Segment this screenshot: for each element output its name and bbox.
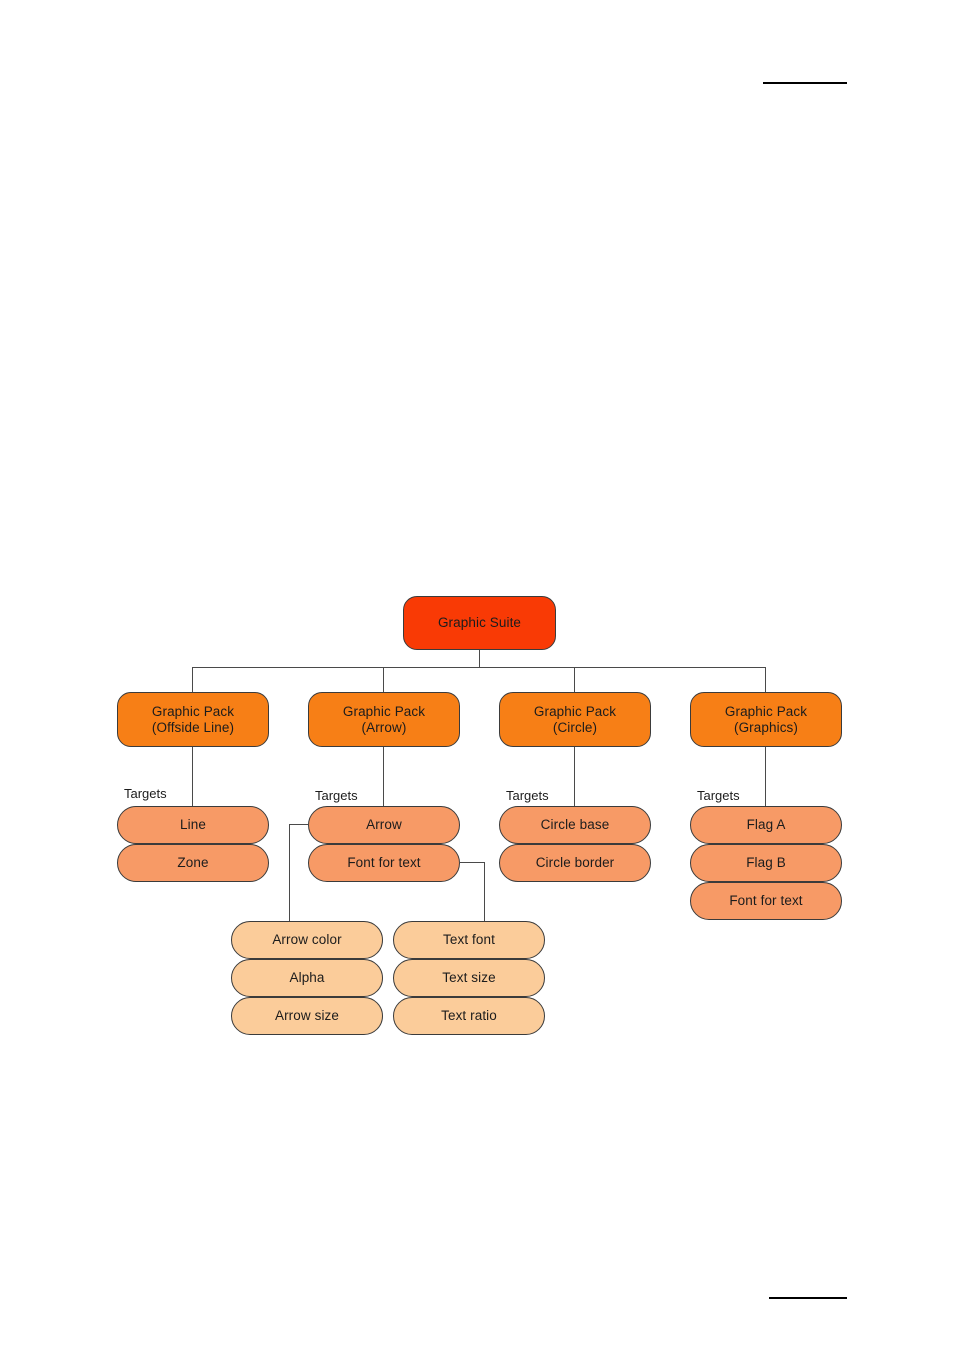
- node-property-arrow-color[interactable]: Arrow color: [231, 921, 383, 959]
- node-target-zone[interactable]: Zone: [117, 844, 269, 882]
- node-target-font-for-text-graphics-label: Font for text: [729, 893, 803, 908]
- node-property-text-font-label: Text font: [443, 932, 495, 947]
- edge-root-stem: [479, 650, 480, 667]
- node-target-font-for-text-graphics[interactable]: Font for text: [690, 882, 842, 920]
- edge-circle-to-targets: [574, 747, 575, 806]
- node-graphic-pack-circle[interactable]: Graphic Pack (Circle): [499, 692, 651, 747]
- node-target-zone-label: Zone: [177, 855, 209, 870]
- node-graphic-suite-label: Graphic Suite: [437, 615, 522, 630]
- edge-offside-line-to-targets: [192, 747, 193, 806]
- targets-label-arrow: Targets: [315, 788, 358, 803]
- node-property-alpha[interactable]: Alpha: [231, 959, 383, 997]
- node-target-font-for-text-arrow-label: Font for text: [347, 855, 421, 870]
- node-target-circle-border[interactable]: Circle border: [499, 844, 651, 882]
- node-target-circle-base-label: Circle base: [540, 817, 610, 832]
- node-property-arrow-color-label: Arrow color: [272, 932, 342, 947]
- edge-drop-branch-1: [192, 667, 193, 692]
- node-graphic-pack-arrow-label: Graphic Pack (Arrow): [342, 703, 426, 735]
- node-target-flag-a-label: Flag A: [746, 817, 786, 832]
- edge-drop-branch-4: [765, 667, 766, 692]
- node-graphic-pack-graphics[interactable]: Graphic Pack (Graphics): [690, 692, 842, 747]
- edge-distribution-bus: [192, 667, 766, 668]
- node-target-flag-a[interactable]: Flag A: [690, 806, 842, 844]
- edge-font-for-text-elbow-horizontal: [459, 862, 485, 863]
- edge-arrow-elbow-vertical: [289, 824, 290, 921]
- edge-graphics-to-targets: [765, 747, 766, 806]
- node-graphic-pack-offside-line[interactable]: Graphic Pack (Offside Line): [117, 692, 269, 747]
- node-graphic-pack-circle-label: Graphic Pack (Circle): [533, 703, 617, 735]
- edge-arrow-elbow-horizontal: [289, 824, 309, 825]
- node-target-arrow[interactable]: Arrow: [308, 806, 460, 844]
- node-target-arrow-label: Arrow: [366, 817, 402, 832]
- node-target-line-label: Line: [180, 817, 206, 832]
- graphic-suite-hierarchy-diagram: Graphic Suite Graphic Pack (Offside Line…: [0, 0, 954, 1349]
- node-target-flag-b-label: Flag B: [746, 855, 786, 870]
- edge-font-for-text-elbow-vertical: [484, 862, 485, 921]
- node-target-line[interactable]: Line: [117, 806, 269, 844]
- node-target-circle-base[interactable]: Circle base: [499, 806, 651, 844]
- node-property-text-ratio[interactable]: Text ratio: [393, 997, 545, 1035]
- edge-drop-branch-2: [383, 667, 384, 692]
- node-property-arrow-size[interactable]: Arrow size: [231, 997, 383, 1035]
- node-graphic-suite[interactable]: Graphic Suite: [403, 596, 556, 650]
- node-property-text-size-label: Text size: [442, 970, 496, 985]
- node-target-font-for-text-arrow[interactable]: Font for text: [308, 844, 460, 882]
- node-property-arrow-size-label: Arrow size: [274, 1008, 339, 1023]
- node-target-circle-border-label: Circle border: [535, 855, 615, 870]
- node-property-text-font[interactable]: Text font: [393, 921, 545, 959]
- node-property-text-ratio-label: Text ratio: [441, 1008, 497, 1023]
- edge-drop-branch-3: [574, 667, 575, 692]
- node-property-alpha-label: Alpha: [289, 970, 325, 985]
- node-target-flag-b[interactable]: Flag B: [690, 844, 842, 882]
- node-graphic-pack-graphics-label: Graphic Pack (Graphics): [724, 703, 808, 735]
- node-graphic-pack-arrow[interactable]: Graphic Pack (Arrow): [308, 692, 460, 747]
- targets-label-graphics: Targets: [697, 788, 740, 803]
- targets-label-offside-line: Targets: [124, 786, 167, 801]
- targets-label-circle: Targets: [506, 788, 549, 803]
- edge-arrow-to-targets: [383, 747, 384, 806]
- node-property-text-size[interactable]: Text size: [393, 959, 545, 997]
- node-graphic-pack-offside-line-label: Graphic Pack (Offside Line): [151, 703, 235, 735]
